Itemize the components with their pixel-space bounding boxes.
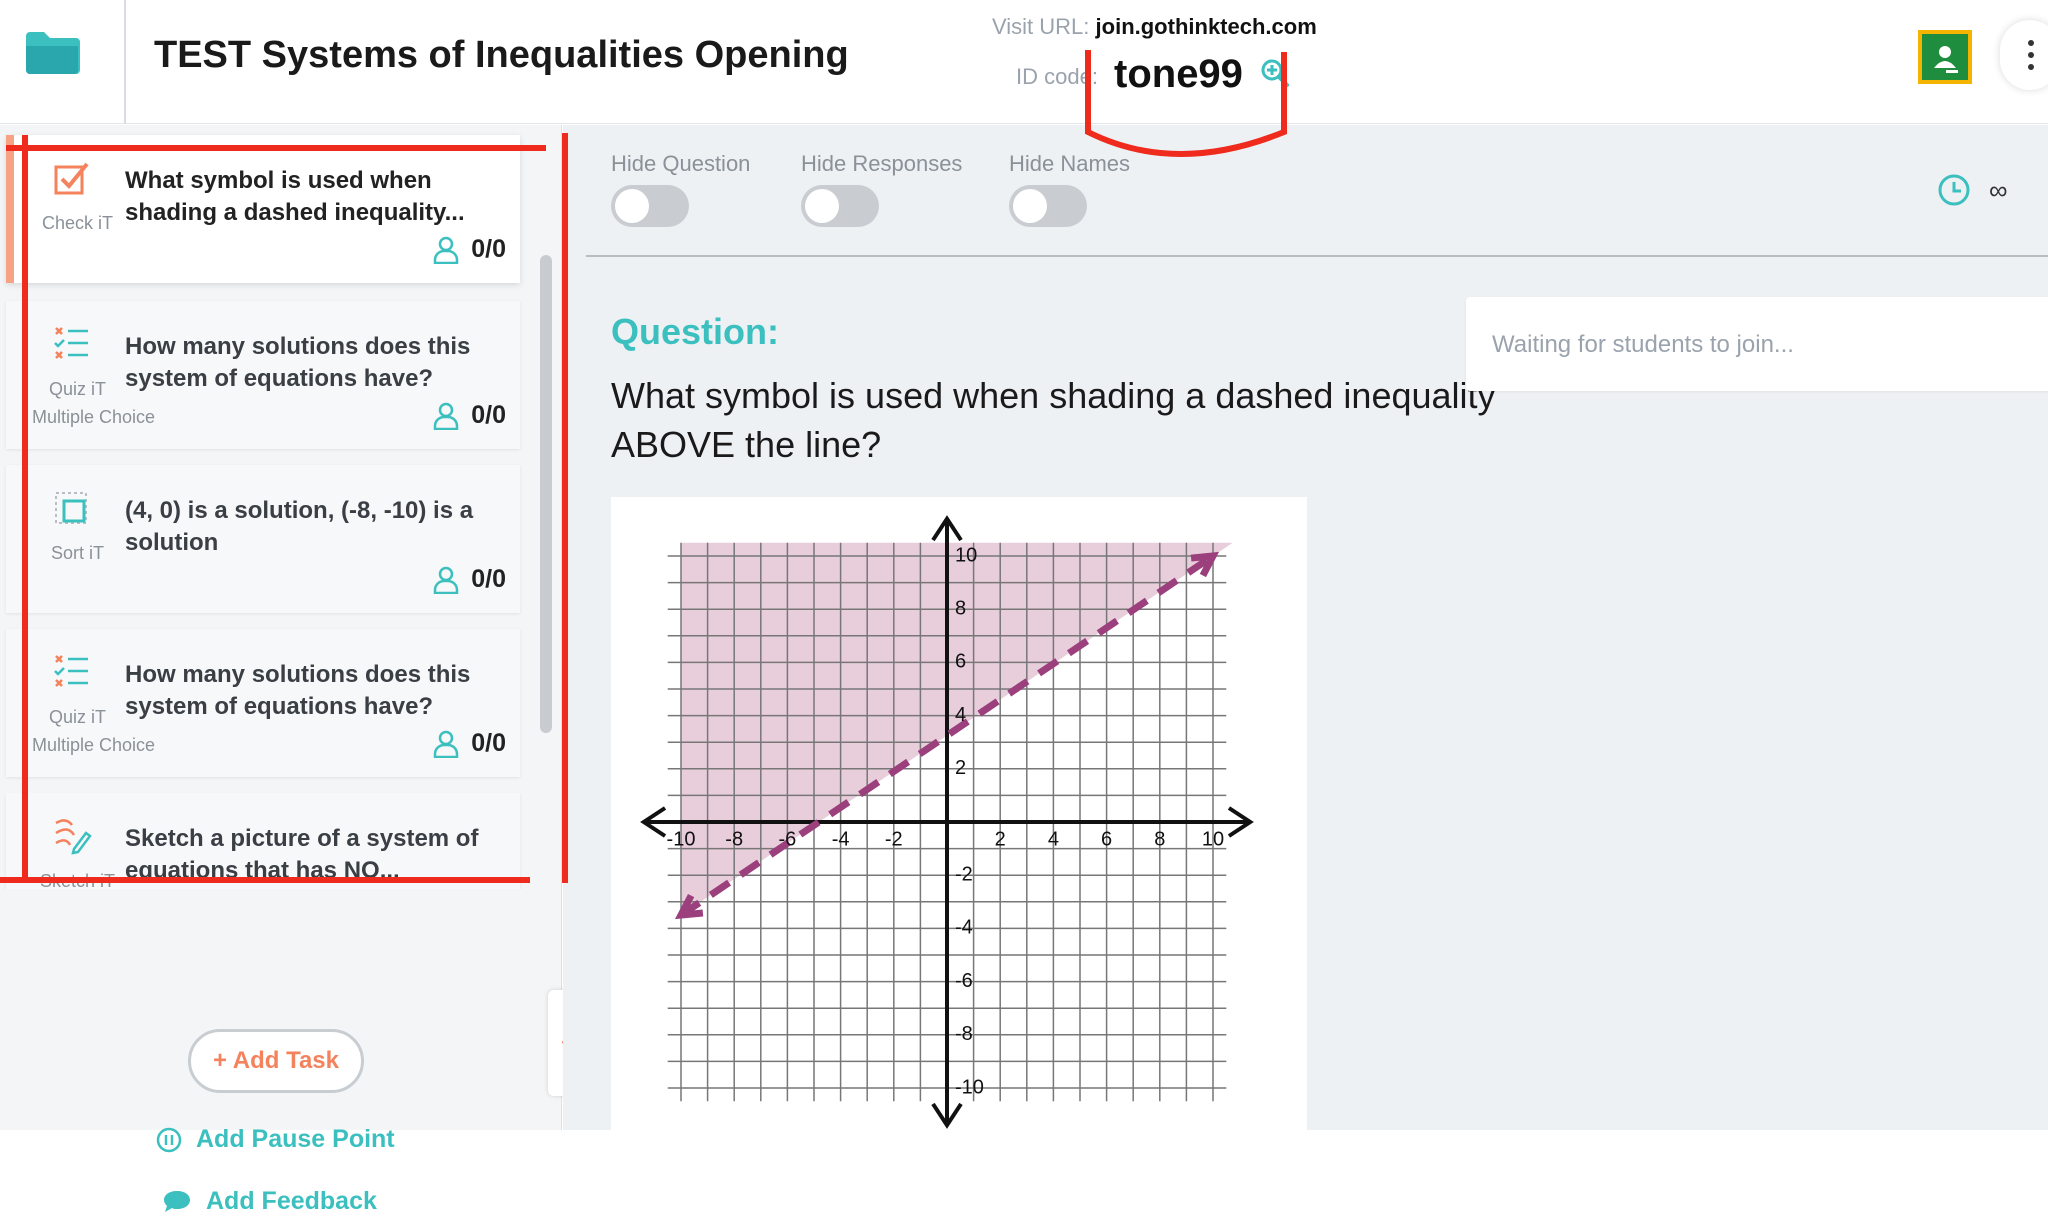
sort-icon (55, 492, 87, 524)
coordinate-graph: -10 -8 -6 -4 -2 2 4 6 8 10 10 8 6 4 2 -2 -4 -6 -8 -10 (640, 515, 1254, 1129)
y-tick-label: -4 (955, 917, 973, 939)
y-tick-label: -8 (955, 1023, 973, 1045)
task-card[interactable]: Sort iT (4, 0) is a solution, (-8, -10) … (6, 465, 520, 613)
kebab-dot-icon (2028, 52, 2034, 58)
more-options-button[interactable] (2000, 20, 2048, 90)
add-pause-point-label: Add Pause Point (196, 1125, 395, 1153)
add-feedback-link[interactable]: Add Feedback (162, 1187, 377, 1216)
active-indicator (6, 135, 14, 283)
x-tick-label: -10 (667, 829, 696, 851)
kebab-dot-icon (2028, 64, 2034, 70)
x-tick-label: 6 (1101, 829, 1112, 851)
quiz-list-icon (54, 655, 88, 687)
count-value: 0/0 (471, 235, 506, 263)
timer[interactable]: ∞ (1937, 173, 2008, 207)
annotation-line (22, 135, 28, 880)
y-tick-label: 10 (955, 544, 977, 566)
task-subtype: Multiple Choice (32, 735, 156, 755)
waiting-text: Waiting for students to join... (1492, 331, 1794, 358)
waiting-panel: Waiting for students to join... (1466, 297, 2048, 391)
annotation-line (0, 877, 530, 883)
question-label: Question: (611, 311, 779, 352)
visit-url-value[interactable]: join.gothinktech.com (1096, 14, 1317, 39)
y-tick-label: 4 (955, 704, 966, 726)
kebab-dot-icon (2028, 40, 2034, 46)
annotation-circle (1085, 50, 1287, 157)
y-tick-label: 6 (955, 651, 966, 673)
y-tick-label: -2 (955, 863, 973, 885)
task-card[interactable]: Check iT What symbol is used when shadin… (6, 135, 520, 283)
visit-url: Visit URL: join.gothinktech.com (992, 14, 1317, 40)
classroom-icon (1922, 34, 1968, 80)
pause-icon (156, 1127, 182, 1152)
x-tick-label: 8 (1154, 829, 1165, 851)
x-tick-label: -2 (885, 829, 903, 851)
task-question: (4, 0) is a solution, (-8, -10) is a sol… (125, 497, 474, 556)
task-card[interactable]: Quiz iT How many solutions does this sys… (6, 629, 520, 777)
hide-names-toggle[interactable] (1009, 185, 1087, 227)
task-question: How many solutions does this system of e… (125, 661, 471, 720)
top-bar: TEST Systems of Inequalities Opening Vis… (0, 0, 2048, 124)
google-classroom-button[interactable] (1918, 30, 1972, 84)
hide-question-toggle[interactable] (611, 185, 689, 227)
sketch-icon (55, 819, 92, 855)
chat-bubble-icon (164, 1190, 190, 1212)
x-tick-label: 10 (1202, 829, 1224, 851)
hide-responses-label: Hide Responses (801, 151, 963, 176)
hide-question-label: Hide Question (611, 151, 751, 176)
count-value: 0/0 (471, 565, 506, 593)
toggle-knob (615, 189, 649, 223)
hide-responses-toggle[interactable] (801, 185, 879, 227)
count-value: 0/0 (471, 729, 506, 757)
x-tick-label: 2 (995, 829, 1006, 851)
folder-icon (26, 32, 80, 74)
checkbox-icon (54, 162, 89, 195)
task-card[interactable]: Sketch iT Sketch a picture of a system o… (6, 793, 520, 889)
user-icon (433, 236, 459, 264)
y-tick-label: 2 (955, 757, 966, 779)
count-value: 0/0 (471, 401, 506, 429)
x-tick-label: -6 (779, 829, 797, 851)
y-tick-label: -10 (955, 1076, 984, 1098)
user-icon (433, 566, 459, 594)
task-sidebar: Check iT What symbol is used when shadin… (0, 125, 562, 1215)
x-tick-label: 4 (1048, 829, 1059, 851)
task-subtype: Multiple Choice (32, 407, 156, 427)
add-task-button[interactable]: + Add Task (188, 1029, 364, 1093)
clock-icon (1938, 174, 1970, 206)
y-tick-label: -6 (955, 970, 973, 992)
response-count: 0/0 (433, 235, 506, 264)
add-pause-point-link[interactable]: Add Pause Point (156, 1125, 395, 1154)
question-image: -10 -8 -6 -4 -2 2 4 6 8 10 10 8 6 4 2 -2 -4 -6 -8 -10 (611, 497, 1307, 1130)
main-panel: Hide Question Hide Responses Hide Names … (563, 125, 2048, 1130)
quiz-list-icon (54, 327, 88, 359)
page-title: TEST Systems of Inequalities Opening (154, 34, 849, 76)
question-text: What symbol is used when shading a dashe… (611, 375, 1496, 465)
y-tick-label: 8 (955, 597, 966, 619)
visit-url-label: Visit URL: (992, 14, 1090, 39)
annotation-line (6, 145, 546, 151)
add-feedback-label: Add Feedback (206, 1187, 377, 1215)
response-count: 0/0 (433, 565, 506, 594)
folder-button[interactable] (0, 0, 126, 124)
toggle-knob (805, 189, 839, 223)
divider (586, 255, 2048, 257)
x-tick-label: -4 (832, 829, 850, 851)
annotation-line (562, 133, 568, 883)
timer-value: ∞ (1989, 174, 2008, 205)
response-count: 0/0 (433, 401, 506, 430)
sidebar-scrollbar[interactable] (540, 255, 552, 733)
task-card[interactable]: Quiz iT How many solutions does this sys… (6, 301, 520, 449)
user-icon (433, 402, 459, 430)
sidebar-list-clip: Sketch iT Sketch a picture of a system o… (0, 793, 530, 889)
response-count: 0/0 (433, 729, 506, 758)
x-tick-label: -8 (725, 829, 743, 851)
task-question: How many solutions does this system of e… (125, 333, 471, 392)
user-icon (433, 730, 459, 758)
task-question: What symbol is used when shading a dashe… (125, 167, 465, 226)
toggle-knob (1013, 189, 1047, 223)
